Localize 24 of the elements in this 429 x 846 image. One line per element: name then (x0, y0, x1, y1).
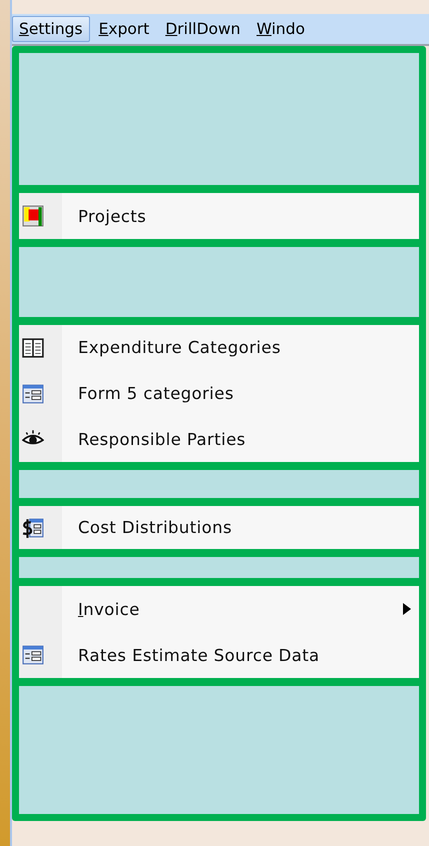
menu-item-label: Projects (78, 206, 146, 226)
menu-item-label: Form 5 categories (78, 384, 234, 403)
form-icon (22, 382, 44, 404)
menu-item-label: Expenditure Categories (78, 338, 281, 358)
menu-item-label: Rates Estimate Source Data (78, 646, 320, 664)
form-icon (22, 644, 44, 666)
menu-item[interactable]: Rates Estimate Source Data (19, 632, 419, 678)
menu-bar-item[interactable]: DrillDown (158, 16, 248, 42)
menu-item-label: Invoice (78, 600, 140, 618)
menu-item-label: Cost Distributions (78, 518, 232, 537)
menu-item[interactable]: Projects (19, 193, 419, 239)
menu-item-label: Responsible Parties (78, 430, 246, 449)
menu-bar-item[interactable]: Settings (12, 16, 90, 42)
flag-square-icon (22, 205, 44, 227)
menu-bar-item[interactable]: Windo (250, 16, 312, 42)
submenu-arrow-icon (403, 603, 411, 615)
menu-bar-item[interactable]: Export (92, 16, 156, 42)
menu-item[interactable]: Cost Distributions (19, 506, 419, 549)
menu-item[interactable]: Responsible Parties (19, 416, 419, 462)
menu-item[interactable]: Form 5 categories (19, 370, 419, 416)
columns-icon (22, 336, 44, 359)
dollar-form-icon (22, 516, 44, 538)
menu-item[interactable]: Expenditure Categories (19, 325, 419, 371)
menu-item[interactable]: Invoice (19, 586, 419, 632)
